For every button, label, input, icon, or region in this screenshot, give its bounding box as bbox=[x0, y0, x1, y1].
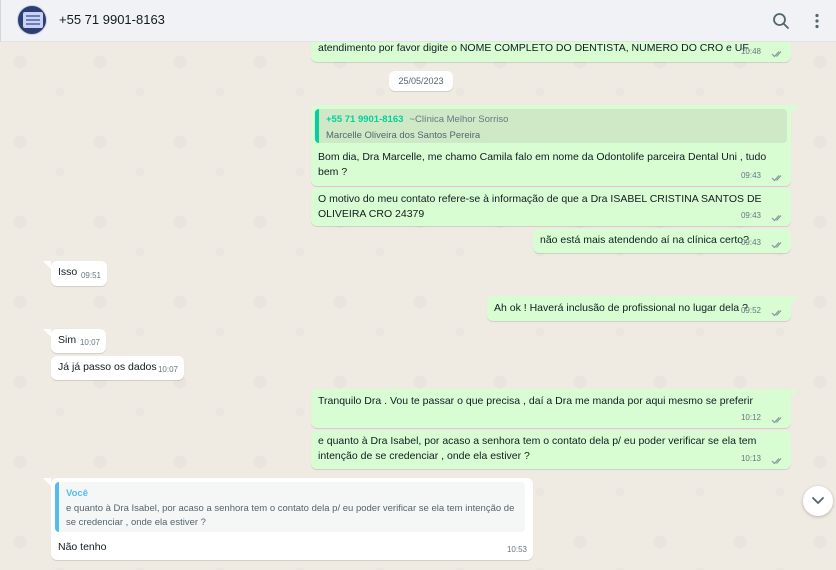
message-text: Não tenho bbox=[58, 541, 107, 553]
message-time: 09:43 bbox=[740, 238, 761, 247]
quoted-author: Você bbox=[66, 488, 89, 499]
contact-name[interactable]: +55 71 9901-8163 bbox=[59, 12, 165, 27]
message-bubble-incoming[interactable]: Isso 09:51 bbox=[51, 261, 107, 286]
read-ticks-icon bbox=[771, 417, 782, 424]
quoted-text: Marcelle Oliveira dos Santos Pereira bbox=[326, 130, 481, 141]
quoted-message[interactable]: +55 71 9901-8163 ~Clínica Melhor Sorriso … bbox=[315, 109, 787, 143]
read-ticks-icon bbox=[771, 242, 782, 249]
read-ticks-icon bbox=[771, 458, 782, 465]
message-bubble-incoming[interactable]: Você e quanto à Dra Isabel, por acaso a … bbox=[51, 478, 533, 560]
message-time: 10:48 bbox=[740, 47, 761, 56]
message-text: Isso bbox=[58, 266, 78, 278]
message-bubble-incoming[interactable]: Sim 10:07 bbox=[51, 329, 106, 353]
message-text: e quanto à Dra Isabel, por acaso a senho… bbox=[318, 435, 757, 447]
message-list[interactable]: atendimento por favor digite o NOME COMP… bbox=[0, 42, 836, 570]
message-text: bem ? bbox=[318, 166, 348, 178]
message-text: Bom dia, Dra Marcelle, me chamo Camila f… bbox=[318, 151, 767, 163]
chevron-down-icon bbox=[812, 497, 824, 504]
quoted-message[interactable]: Você e quanto à Dra Isabel, por acaso a … bbox=[55, 482, 525, 532]
read-ticks-icon bbox=[771, 175, 782, 182]
message-bubble-outgoing[interactable]: e quanto à Dra Isabel, por acaso a senho… bbox=[311, 431, 791, 469]
message-time: 10:12 bbox=[740, 413, 761, 422]
message-bubble-outgoing[interactable]: Ah ok ! Haverá inclusão de profissional … bbox=[487, 296, 791, 321]
message-bubble-outgoing[interactable]: +55 71 9901-8163 ~Clínica Melhor Sorriso … bbox=[311, 105, 791, 186]
message-text: Sim bbox=[58, 334, 77, 346]
message-time: 09:43 bbox=[740, 171, 761, 180]
read-ticks-icon bbox=[771, 310, 782, 317]
read-ticks-icon bbox=[771, 51, 782, 58]
message-text: OLIVEIRA CRO 24379 bbox=[318, 208, 425, 220]
message-text: intenção de se credenciar , onde ela est… bbox=[318, 450, 530, 462]
contact-avatar[interactable] bbox=[17, 5, 47, 35]
message-time: 10:13 bbox=[740, 454, 761, 463]
message-text: Ah ok ! Haverá inclusão de profissional … bbox=[494, 302, 748, 314]
scroll-to-bottom-button[interactable] bbox=[803, 486, 833, 516]
message-time: 10:07 bbox=[157, 365, 178, 374]
chat-header: +55 71 9901-8163 bbox=[0, 0, 836, 42]
message-text: não está mais atendendo aí na clínica ce… bbox=[540, 234, 749, 246]
date-separator: 25/05/2023 bbox=[389, 71, 453, 91]
message-text: Tranquilo Dra . Vou te passar o que prec… bbox=[318, 395, 753, 407]
message-bubble-outgoing[interactable]: Tranquilo Dra . Vou te passar o que prec… bbox=[311, 389, 791, 428]
message-text: Já já passo os dados bbox=[58, 361, 157, 373]
quoted-text: e quanto à Dra Isabel, por acaso a senho… bbox=[66, 503, 515, 528]
message-text: atendimento por favor digite o NOME COMP… bbox=[318, 42, 751, 54]
search-icon[interactable] bbox=[771, 11, 791, 31]
message-time: 09:51 bbox=[80, 271, 101, 280]
quoted-author: +55 71 9901-8163 bbox=[326, 114, 404, 125]
message-bubble-outgoing[interactable]: atendimento por favor digite o NOME COMP… bbox=[311, 42, 791, 62]
menu-dots-icon[interactable] bbox=[807, 11, 827, 31]
message-time: 09:52 bbox=[740, 306, 761, 315]
message-time: 10:53 bbox=[506, 545, 527, 554]
read-ticks-icon bbox=[771, 215, 782, 222]
quoted-nickname: ~Clínica Melhor Sorriso bbox=[409, 114, 509, 125]
message-time: 09:43 bbox=[740, 211, 761, 220]
message-time: 10:07 bbox=[79, 338, 100, 347]
message-bubble-outgoing[interactable]: não está mais atendendo aí na clínica ce… bbox=[533, 229, 791, 253]
message-bubble-outgoing[interactable]: O motivo do meu contato refere-se à info… bbox=[311, 188, 791, 226]
message-bubble-incoming[interactable]: Já já passo os dados 10:07 bbox=[51, 356, 184, 380]
message-text: O motivo do meu contato refere-se à info… bbox=[318, 193, 762, 205]
